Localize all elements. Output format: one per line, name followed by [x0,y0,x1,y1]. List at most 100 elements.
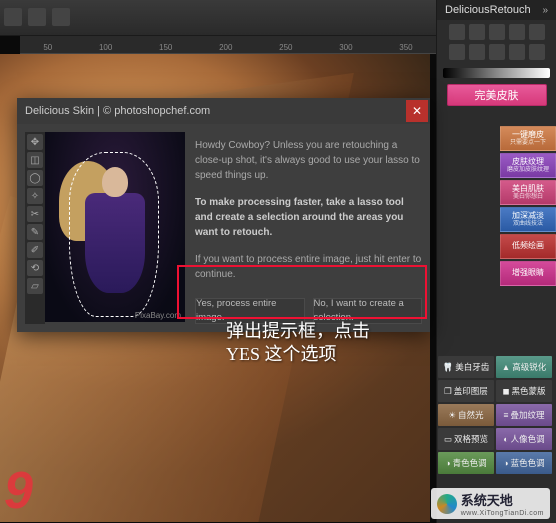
side-button-stack: 一键磨皮 只需要点一下 皮肤纹理 磨皮加皮肤纹理 美白肌肤 美白你想白 加深减淡… [500,126,556,286]
crop-icon[interactable]: ✂ [27,206,43,222]
btn-sub: 双曲线技法 [513,221,543,228]
wand-icon[interactable] [489,24,505,40]
btn-label: 双格预览 [454,433,488,445]
eraser-icon[interactable]: ▱ [27,278,43,294]
btn-label: 叠加纹理 [510,409,544,421]
watermark-text: 系统天地 www.XiTongTianDi.com [461,490,544,517]
overlay-texture-button[interactable]: ≡叠加纹理 [496,404,552,426]
gear-icon[interactable] [469,44,485,60]
enhance-eyes-button[interactable]: 增强眼睛 [500,261,556,286]
dialog-titlebar[interactable]: Delicious Skin | © photoshopchef.com ✕ [17,98,430,124]
stack-icon: ≡ [504,410,509,420]
btn-label: 蓝色色调 [511,457,545,469]
black-mask-button[interactable]: ◼黑色蒙版 [496,380,552,402]
btn-label: 人像色调 [511,433,545,445]
btn-label: 青色色调 [453,457,487,469]
portrait-tone-button[interactable]: ◐人像色调 [496,428,552,450]
eyedropper-icon[interactable]: ✎ [27,224,43,240]
lasso-icon[interactable] [529,24,545,40]
pixabay-credit: PixaBay.com [135,311,181,320]
cyan-tone-button[interactable]: ◑青色色调 [438,452,494,474]
dot-icon[interactable] [489,44,505,60]
whiten-teeth-button[interactable]: 🦷美白牙齿 [438,356,494,378]
one-click-smooth-button[interactable]: 一键磨皮 只需要点一下 [500,126,556,151]
lasso-icon[interactable]: ◯ [27,170,43,186]
dropper-icon[interactable] [449,44,465,60]
low-freq-paint-button[interactable]: 低频绘画 [500,234,556,259]
watermark-badge: 系统天地 www.XiTongTianDi.com [431,488,550,519]
btn-label: 自然光 [458,409,484,421]
mini-toolbar: ✥ ◫ ◯ ✧ ✂ ✎ ✐ ⟲ ▱ [25,132,45,324]
dialog-intro-text: Howdy Cowboy? Unless you are retouching … [195,138,422,183]
dialog-hint-text: If you want to process entire image, jus… [195,252,422,282]
tool-icon[interactable] [4,8,22,26]
dot-icon[interactable] [509,44,525,60]
brush-icon[interactable] [509,24,525,40]
watermark-name: 系统天地 [461,493,513,508]
perfect-skin-button[interactable]: 完美皮肤 [447,84,547,106]
btn-title: 低频绘画 [512,242,544,251]
ruler-mark: 100 [99,43,112,52]
close-button[interactable]: ✕ [406,100,428,122]
grid-icon[interactable] [469,24,485,40]
panel-title: DeliciousRetouch [445,4,531,16]
brush-icon[interactable]: ✐ [27,242,43,258]
annotation-line1: 弹出提示框，点击 [226,320,370,343]
tool-icon[interactable] [28,8,46,26]
triangle-icon: ▲ [502,362,510,372]
btn-label: 高级锐化 [512,361,546,373]
dual-preview-button[interactable]: ▭双格预览 [438,428,494,450]
marquee-icon[interactable] [449,24,465,40]
ruler-mark: 150 [159,43,172,52]
btn-label: 黑色蒙版 [512,385,546,397]
square-icon: ◼ [502,386,509,397]
clone-icon[interactable]: ⟲ [27,260,43,276]
watermark-logo-icon [437,494,457,514]
ruler-mark: 250 [279,43,292,52]
bottom-grid-buttons: 🦷美白牙齿 ▲高级锐化 ❐盖印图层 ◼黑色蒙版 ☀自然光 ≡叠加纹理 ▭双格预览… [436,354,556,476]
stamp-icon: ❐ [444,386,452,397]
panel-header[interactable]: DeliciousRetouch » [437,0,556,20]
ruler-mark: 200 [219,43,232,52]
wand-icon[interactable]: ✧ [27,188,43,204]
btn-title: 一键磨皮 [512,131,544,140]
circle-half-icon: ◑ [445,458,450,468]
btn-title: 皮肤纹理 [512,158,544,167]
double-chevron-icon[interactable]: » [542,5,548,16]
panel-tool-row [437,20,556,64]
dialog-title-text: Delicious Skin | © photoshopchef.com [25,105,210,117]
ruler-mark: 300 [339,43,352,52]
skin-texture-button[interactable]: 皮肤纹理 磨皮加皮肤纹理 [500,153,556,178]
btn-title: 增强眼睛 [512,269,544,278]
annotation-text: 弹出提示框，点击 YES 这个选项 [226,320,370,367]
dodge-burn-button[interactable]: 加深减淡 双曲线技法 [500,207,556,232]
blue-tone-button[interactable]: ◑蓝色色调 [496,452,552,474]
circle-half-icon: ◐ [503,434,508,444]
whiten-skin-button[interactable]: 美白肌肤 美白你想白 [500,180,556,205]
advanced-sharpen-button[interactable]: ▲高级锐化 [496,356,552,378]
stamp-layer-button[interactable]: ❐盖印图层 [438,380,494,402]
natural-light-button[interactable]: ☀自然光 [438,404,494,426]
btn-sub: 只需要点一下 [510,140,546,147]
btn-sub: 美白你想白 [513,194,543,201]
close-icon: ✕ [412,104,422,118]
dot-icon[interactable] [529,44,545,60]
dialog-text-pane: Howdy Cowboy? Unless you are retouching … [195,132,422,324]
btn-title: 加深减淡 [512,212,544,221]
ruler-mark: 50 [43,43,52,52]
move-icon[interactable]: ✥ [27,134,43,150]
dialog-instruction-text: To make processing faster, take a lasso … [195,195,422,240]
delicious-skin-dialog: Delicious Skin | © photoshopchef.com ✕ ✥… [17,98,430,332]
btn-label: 盖印图层 [454,385,488,397]
sun-icon: ☀ [448,410,456,421]
topbar-icons [4,8,70,26]
gradient-strip[interactable] [443,68,550,78]
dialog-left-pane: ✥ ◫ ◯ ✧ ✂ ✎ ✐ ⟲ ▱ PixaBay.com [25,132,185,324]
corner-number: 9 [4,461,33,521]
tool-icon[interactable] [52,8,70,26]
dialog-body: ✥ ◫ ◯ ✧ ✂ ✎ ✐ ⟲ ▱ PixaBay.com H [17,124,430,332]
btn-label: 美白牙齿 [455,361,489,373]
dialog-preview-image: PixaBay.com [45,132,185,322]
watermark-url: www.XiTongTianDi.com [461,510,544,517]
marquee-icon[interactable]: ◫ [27,152,43,168]
